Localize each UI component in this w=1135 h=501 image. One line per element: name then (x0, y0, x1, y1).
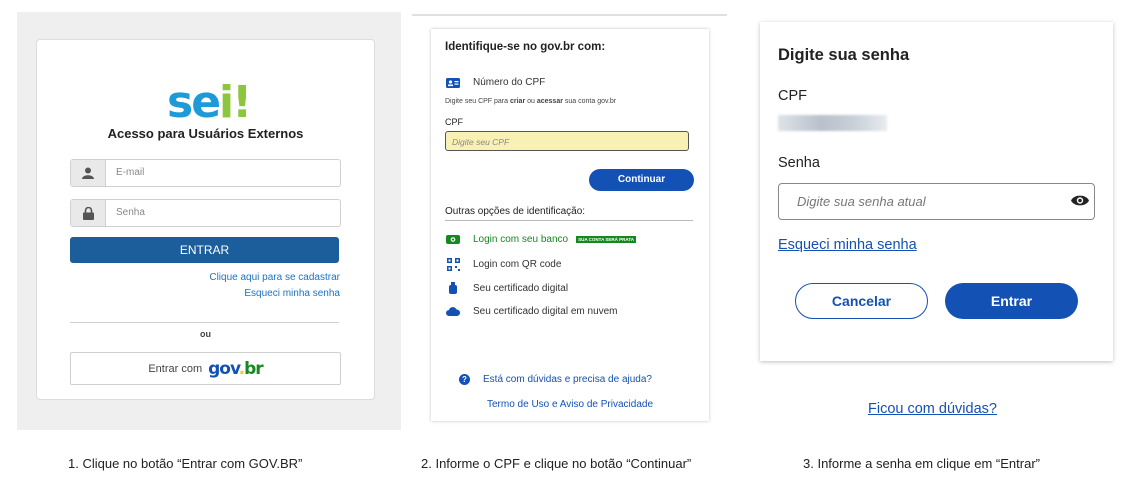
sei-login-card: sei! Acesso para Usuários Externos E-mai… (36, 39, 375, 400)
cloud-icon (445, 307, 461, 316)
cpf-label: CPF (778, 88, 807, 104)
cpf-option[interactable]: Número do CPF (445, 77, 545, 88)
forgot-password-link[interactable]: Esqueci minha senha (778, 237, 917, 253)
terms-link[interactable]: Termo de Uso e Aviso de Privacidade (431, 399, 709, 410)
password-input[interactable]: Digite sua senha atual (778, 183, 1095, 220)
blurred-cpf-value (778, 115, 887, 131)
certificado-digital-label: Seu certificado digital (473, 282, 569, 294)
caption-step-3: 3. Informe a senha em clique em “Entrar” (803, 456, 1040, 471)
email-field[interactable]: E-mail (70, 159, 341, 187)
password-placeholder: Senha (116, 207, 145, 218)
or-separator: ou (200, 329, 211, 339)
cadastrar-link[interactable]: Clique aqui para se cadastrar (209, 272, 340, 283)
sei-logo: sei! (167, 77, 252, 128)
cpf-option-label: Número do CPF (473, 77, 546, 88)
entrar-button[interactable]: ENTRAR (70, 237, 339, 263)
duvidas-link[interactable]: Ficou com dúvidas? (868, 401, 997, 417)
identify-heading: Identifique-se no gov.br com: (445, 41, 606, 53)
login-banco-label: Login com seu banco (473, 234, 569, 245)
cpf-instructions: Digite seu CPF para criar ou acessar sua… (445, 98, 617, 105)
govbr-identify-screenshot: Identifique-se no gov.br com: Número do … (431, 29, 709, 421)
prata-badge: SUA CONTA SERÁ PRATA (576, 236, 636, 243)
lock-icon (71, 200, 106, 226)
other-options-heading: Outras opções de identificação: (445, 206, 586, 217)
caption-step-2: 2. Informe o CPF e clique no botão “Cont… (421, 456, 692, 471)
divider (70, 322, 339, 323)
caption-step-1: 1. Clique no botão “Entrar com GOV.BR” (68, 456, 303, 471)
password-field[interactable]: Senha (70, 199, 341, 227)
entrar-button[interactable]: Entrar (945, 283, 1078, 319)
continuar-button[interactable]: Continuar (589, 169, 694, 191)
cancel-button[interactable]: Cancelar (795, 283, 928, 319)
entrar-com-govbr-button[interactable]: Entrar com gov.br (70, 352, 341, 385)
sei-login-screenshot: sei! Acesso para Usuários Externos E-mai… (17, 12, 401, 430)
top-rule (412, 14, 727, 16)
bank-icon (445, 234, 461, 245)
certificado-nuvem-label: Seu certificado digital em nuvem (473, 306, 618, 317)
show-password-eye-icon[interactable] (1071, 194, 1089, 212)
help-link[interactable]: ? Está com dúvidas e precisa de ajuda? (459, 374, 652, 385)
email-placeholder: E-mail (116, 167, 145, 178)
usb-token-icon (445, 282, 461, 294)
govbr-button-label: Entrar com (148, 362, 203, 375)
login-banco-option[interactable]: Login com seu banco SUA CONTA SERÁ PRATA (445, 234, 636, 245)
login-qrcode-option[interactable]: Login com QR code (445, 258, 561, 271)
user-icon (71, 160, 106, 186)
govbr-password-screenshot: Digite sua senha CPF Senha Digite sua se… (760, 22, 1113, 361)
govbr-logo: gov.br (208, 358, 264, 379)
qr-code-icon (445, 258, 461, 271)
id-card-icon (445, 77, 461, 88)
senha-label: Senha (778, 155, 820, 171)
cpf-label: CPF (445, 117, 463, 127)
certificado-nuvem-option[interactable]: Seu certificado digital em nuvem (445, 306, 618, 317)
divider (445, 220, 693, 221)
help-link-label: Está com dúvidas e precisa de ajuda? (483, 374, 652, 385)
sei-page-title: Acesso para Usuários Externos (107, 126, 304, 141)
help-circle-icon: ? (459, 374, 470, 385)
certificado-digital-option[interactable]: Seu certificado digital (445, 282, 568, 294)
login-qrcode-label: Login com QR code (473, 259, 562, 270)
cpf-input[interactable]: Digite seu CPF (445, 131, 689, 151)
forgot-password-link[interactable]: Esqueci minha senha (244, 288, 340, 299)
password-heading: Digite sua senha (778, 46, 910, 64)
